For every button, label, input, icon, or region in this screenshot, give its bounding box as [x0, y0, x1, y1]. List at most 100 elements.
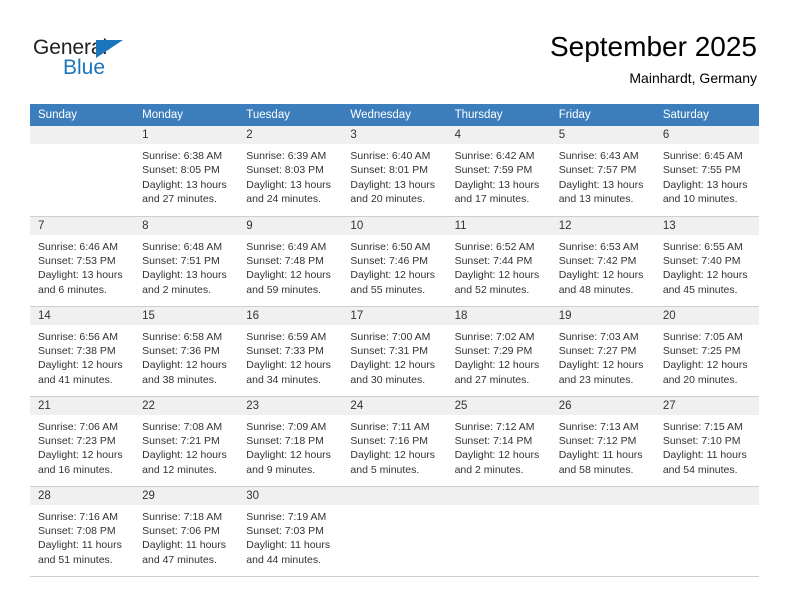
page-header: General Blue September 2025 Mainhardt, G…	[0, 0, 792, 100]
sunrise-text: Sunrise: 7:06 AM	[38, 420, 118, 433]
day-details: Sunrise: 7:13 AM Sunset: 7:12 PM Daylight:…	[551, 415, 655, 478]
day-number: 14	[30, 306, 135, 325]
daylight-text-cont: and 13 minutes.	[558, 193, 634, 206]
daylight-text: Daylight: 12 hours	[246, 449, 331, 462]
sunrise-text: Sunrise: 7:09 AM	[246, 420, 327, 433]
day-number: 20	[654, 306, 759, 325]
sunset-text: Sunset: 7:46 PM	[350, 254, 429, 267]
calendar-day-cell[interactable]: 13 Sunrise: 6:55 AM Sunset: 7:40 PM Dayligh…	[654, 216, 759, 307]
sunrise-text: Sunrise: 6:56 AM	[38, 330, 118, 343]
daylight-text: Daylight: 13 hours	[454, 178, 540, 191]
calendar-day-cell[interactable]: 29 Sunrise: 7:18 AM Sunset: 7:06 PM Dayligh…	[134, 486, 239, 577]
daylight-text-cont: and 20 minutes.	[662, 373, 738, 386]
sunrise-text: Sunrise: 6:55 AM	[662, 240, 743, 253]
sunrise-text: Sunrise: 6:48 AM	[142, 240, 223, 253]
weekday-header-friday: Friday	[550, 104, 655, 126]
day-number: 25	[446, 396, 551, 415]
calendar-week-row: 1 Sunrise: 6:38 AM Sunset: 8:05 PM Daylight…	[30, 126, 759, 217]
calendar-cell-empty	[654, 486, 759, 577]
day-details: Sunrise: 7:05 AM Sunset: 7:25 PM Daylight:…	[655, 325, 759, 388]
sunset-text: Sunset: 7:23 PM	[38, 434, 116, 447]
calendar-day-cell[interactable]: 10 Sunrise: 6:50 AM Sunset: 7:46 PM Dayligh…	[342, 216, 447, 307]
calendar-day-cell[interactable]: 12 Sunrise: 6:53 AM Sunset: 7:42 PM Dayligh…	[550, 216, 655, 307]
day-number: 15	[134, 306, 239, 325]
day-details: Sunrise: 6:42 AM Sunset: 7:59 PM Daylight:…	[447, 144, 551, 207]
calendar-day-cell[interactable]: 15 Sunrise: 6:58 AM Sunset: 7:36 PM Dayligh…	[134, 306, 239, 397]
daylight-text-cont: and 52 minutes.	[454, 283, 530, 296]
daylight-text-cont: and 2 minutes.	[454, 463, 524, 476]
day-details: Sunrise: 6:43 AM Sunset: 7:57 PM Daylight:…	[551, 144, 655, 207]
sunrise-text: Sunrise: 6:45 AM	[662, 150, 743, 162]
sunset-text: Sunset: 7:57 PM	[558, 164, 637, 177]
calendar-day-cell[interactable]: 4 Sunrise: 6:42 AM Sunset: 7:59 PM Daylight…	[446, 126, 551, 217]
calendar-day-cell[interactable]: 25 Sunrise: 7:12 AM Sunset: 7:14 PM Dayligh…	[446, 396, 551, 487]
calendar-day-cell[interactable]: 17 Sunrise: 7:00 AM Sunset: 7:31 PM Dayligh…	[342, 306, 447, 397]
calendar-day-cell[interactable]: 30 Sunrise: 7:19 AM Sunset: 7:03 PM Dayligh…	[238, 486, 343, 577]
weekday-header-tuesday: Tuesday	[238, 104, 343, 126]
day-number: 17	[342, 306, 447, 325]
calendar-day-cell[interactable]: 27 Sunrise: 7:15 AM Sunset: 7:10 PM Dayligh…	[654, 396, 759, 487]
calendar-day-cell[interactable]: 16 Sunrise: 6:59 AM Sunset: 7:33 PM Dayligh…	[238, 306, 343, 397]
daylight-text-cont: and 54 minutes.	[662, 463, 738, 476]
day-number	[446, 486, 551, 505]
calendar-grid: Sunday Monday Tuesday Wednesday Thursday Frid…	[30, 104, 759, 577]
day-details: Sunrise: 7:16 AM Sunset: 7:08 PM Daylight:…	[30, 505, 134, 568]
day-details: Sunrise: 6:59 AM Sunset: 7:33 PM Daylight:…	[238, 325, 342, 388]
calendar-cell-empty	[342, 486, 447, 577]
calendar-day-cell[interactable]: 5 Sunrise: 6:43 AM Sunset: 7:57 PM Daylight…	[550, 126, 655, 217]
sunrise-text: Sunrise: 6:52 AM	[454, 240, 535, 253]
calendar-day-cell[interactable]: 3 Sunrise: 6:40 AM Sunset: 8:01 PM Daylight…	[342, 126, 447, 217]
calendar-day-cell[interactable]: 14 Sunrise: 6:56 AM Sunset: 7:38 PM Dayligh…	[30, 306, 135, 397]
day-number: 24	[342, 396, 447, 415]
calendar-day-cell[interactable]: 9 Sunrise: 6:49 AM Sunset: 7:48 PM Daylight…	[238, 216, 343, 307]
sunset-text: Sunset: 7:21 PM	[142, 434, 220, 447]
calendar-day-cell[interactable]: 19 Sunrise: 7:03 AM Sunset: 7:27 PM Dayligh…	[550, 306, 655, 397]
sunrise-text: Sunrise: 7:05 AM	[662, 330, 743, 343]
sunset-text: Sunset: 7:42 PM	[558, 254, 637, 267]
weekday-header-wednesday: Wednesday	[342, 104, 447, 126]
daylight-text: Daylight: 12 hours	[246, 359, 331, 372]
sunset-text: Sunset: 7:53 PM	[38, 254, 116, 267]
daylight-text: Daylight: 12 hours	[350, 359, 436, 372]
calendar-day-cell[interactable]: 6 Sunrise: 6:45 AM Sunset: 7:55 PM Daylight…	[654, 126, 759, 217]
daylight-text-cont: and 47 minutes.	[142, 553, 217, 566]
calendar-day-cell[interactable]: 7 Sunrise: 6:46 AM Sunset: 7:53 PM Daylight…	[30, 216, 135, 307]
daylight-text: Daylight: 12 hours	[558, 359, 644, 372]
day-number: 19	[550, 306, 655, 325]
calendar-day-cell[interactable]: 11 Sunrise: 6:52 AM Sunset: 7:44 PM Dayligh…	[446, 216, 551, 307]
daylight-text: Daylight: 12 hours	[662, 359, 748, 372]
calendar-day-cell[interactable]: 23 Sunrise: 7:09 AM Sunset: 7:18 PM Dayligh…	[238, 396, 343, 487]
day-details: Sunrise: 6:55 AM Sunset: 7:40 PM Daylight:…	[655, 235, 759, 298]
sunset-text: Sunset: 7:36 PM	[142, 344, 220, 357]
calendar-day-cell[interactable]: 22 Sunrise: 7:08 AM Sunset: 7:21 PM Dayligh…	[134, 396, 239, 487]
daylight-text: Daylight: 13 hours	[246, 178, 331, 191]
sunrise-text: Sunrise: 6:43 AM	[558, 150, 639, 162]
daylight-text-cont: and 23 minutes.	[558, 373, 634, 386]
day-number: 28	[30, 486, 135, 505]
day-number: 26	[550, 396, 655, 415]
daylight-text-cont: and 12 minutes.	[142, 463, 217, 476]
calendar-day-cell[interactable]: 20 Sunrise: 7:05 AM Sunset: 7:25 PM Dayligh…	[654, 306, 759, 397]
calendar-day-cell[interactable]: 8 Sunrise: 6:48 AM Sunset: 7:51 PM Daylight…	[134, 216, 239, 307]
daylight-text: Daylight: 11 hours	[246, 539, 331, 552]
general-blue-logo[interactable]: General Blue	[33, 36, 153, 84]
day-details: Sunrise: 7:15 AM Sunset: 7:10 PM Daylight:…	[655, 415, 759, 478]
calendar-day-cell[interactable]: 26 Sunrise: 7:13 AM Sunset: 7:12 PM Dayligh…	[550, 396, 655, 487]
daylight-text: Daylight: 12 hours	[454, 269, 540, 282]
calendar-day-cell[interactable]: 28 Sunrise: 7:16 AM Sunset: 7:08 PM Dayligh…	[30, 486, 135, 577]
daylight-text-cont: and 41 minutes.	[38, 373, 113, 386]
calendar-day-cell[interactable]: 21 Sunrise: 7:06 AM Sunset: 7:23 PM Dayligh…	[30, 396, 135, 487]
calendar-day-cell[interactable]: 18 Sunrise: 7:02 AM Sunset: 7:29 PM Dayligh…	[446, 306, 551, 397]
sunset-text: Sunset: 7:18 PM	[246, 434, 324, 447]
daylight-text: Daylight: 12 hours	[142, 449, 227, 462]
sunrise-text: Sunrise: 7:13 AM	[558, 420, 639, 433]
daylight-text-cont: and 48 minutes.	[558, 283, 634, 296]
sunset-text: Sunset: 8:05 PM	[142, 164, 220, 177]
calendar-day-cell[interactable]: 1 Sunrise: 6:38 AM Sunset: 8:05 PM Daylight…	[134, 126, 239, 217]
sunrise-text: Sunrise: 7:12 AM	[454, 420, 535, 433]
calendar-day-cell[interactable]: 2 Sunrise: 6:39 AM Sunset: 8:03 PM Daylight…	[238, 126, 343, 217]
day-details: Sunrise: 6:52 AM Sunset: 7:44 PM Daylight:…	[447, 235, 551, 298]
day-details: Sunrise: 7:08 AM Sunset: 7:21 PM Daylight:…	[134, 415, 238, 478]
daylight-text-cont: and 59 minutes.	[246, 283, 321, 296]
calendar-day-cell[interactable]: 24 Sunrise: 7:11 AM Sunset: 7:16 PM Dayligh…	[342, 396, 447, 487]
